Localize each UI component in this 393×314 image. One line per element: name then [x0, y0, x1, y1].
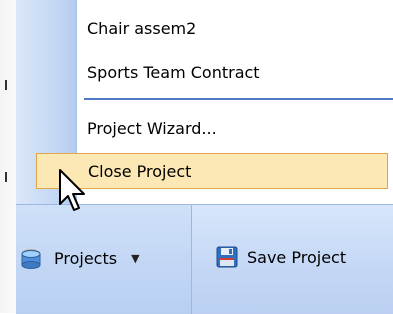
mouse-pointer-icon — [58, 168, 88, 214]
menu-separator — [84, 98, 393, 100]
left-edge-mark — [5, 80, 7, 90]
menu-item-sports-team-contract[interactable]: Sports Team Contract — [16, 54, 393, 91]
menu-item-label: Project Wizard... — [87, 119, 217, 138]
menu-item-project-wizard[interactable]: Project Wizard... — [16, 110, 393, 147]
left-background-strip — [0, 0, 16, 313]
projects-dropdown-button[interactable]: Projects ▼ — [16, 205, 192, 314]
floppy-disk-icon — [215, 245, 239, 269]
save-project-label: Save Project — [247, 247, 347, 267]
menu-item-label: Sports Team Contract — [87, 63, 260, 82]
projects-label: Projects — [54, 248, 118, 268]
chevron-down-icon[interactable]: ▼ — [131, 252, 139, 265]
left-edge-mark — [5, 172, 7, 182]
menu-item-close-project[interactable]: Close Project — [36, 153, 388, 189]
menu-item-label: Chair assem2 — [87, 19, 197, 38]
menu-item-chair-assem2[interactable]: Chair assem2 — [16, 10, 393, 47]
save-project-button[interactable]: Save Project — [215, 245, 346, 269]
projects-folder-icon — [20, 245, 46, 271]
menu-item-label: Close Project — [88, 161, 192, 181]
toolbar: Projects ▼ Save Project — [16, 204, 393, 314]
